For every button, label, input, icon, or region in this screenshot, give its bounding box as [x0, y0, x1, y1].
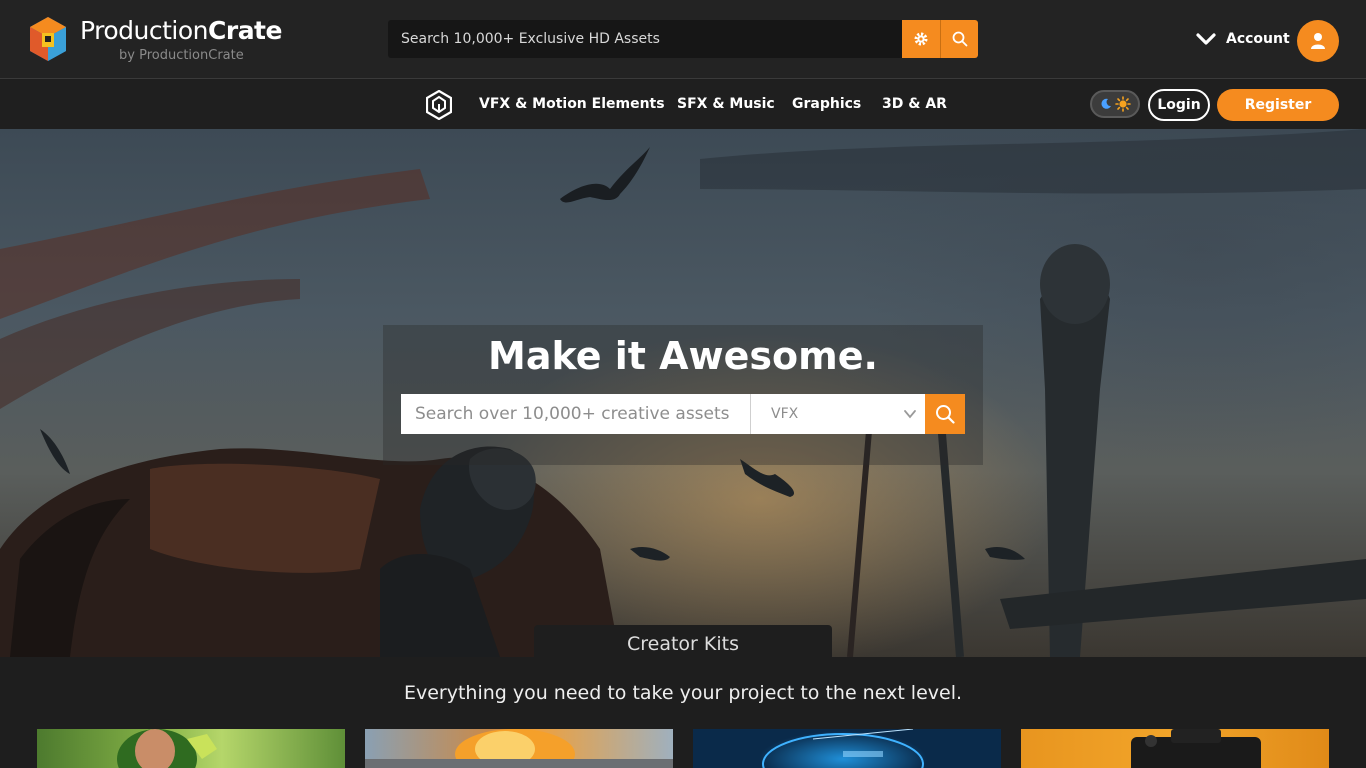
- main-nav: VFX & Motion Elements SFX & Music Graphi…: [0, 80, 1366, 129]
- header-search: [388, 20, 978, 58]
- nav-graphics[interactable]: Graphics: [792, 96, 861, 112]
- creator-kits-tab[interactable]: Creator Kits: [534, 625, 832, 657]
- section-tagline: Everything you need to take your project…: [403, 682, 963, 704]
- brand-name[interactable]: ProductionCrate: [80, 16, 282, 45]
- login-button[interactable]: Login: [1148, 89, 1210, 121]
- category-select[interactable]: VFX: [751, 394, 925, 434]
- hero-banner: Make it Awesome. VFX Creator Kits: [0, 129, 1366, 657]
- user-icon: [1311, 33, 1325, 49]
- header-search-input[interactable]: [388, 20, 902, 58]
- brand-subtitle: by ProductionCrate: [119, 48, 244, 63]
- creator-kit-card[interactable]: [37, 729, 345, 768]
- gear-icon: [914, 32, 928, 46]
- category-select-value: VFX: [771, 406, 799, 422]
- kit-thumbnail-image: [1131, 729, 1261, 768]
- hero-search: VFX: [401, 394, 965, 434]
- register-button[interactable]: Register: [1217, 89, 1339, 121]
- search-settings-button[interactable]: [902, 20, 940, 58]
- nav-sfx-music[interactable]: SFX & Music: [677, 96, 775, 112]
- productioncrate-logo-icon[interactable]: [30, 17, 66, 61]
- moon-icon: [1101, 98, 1111, 109]
- hero-search-button[interactable]: [925, 394, 965, 434]
- crate-logo-icon[interactable]: [426, 90, 452, 120]
- search-icon: [936, 405, 955, 424]
- hero-title: Make it Awesome.: [488, 334, 878, 378]
- kit-thumbnail-image: [117, 729, 217, 768]
- top-header: ProductionCrate by ProductionCrate Accou…: [0, 0, 1366, 79]
- hero-search-input[interactable]: [401, 394, 750, 434]
- brand-name-bold: Crate: [208, 16, 282, 45]
- creator-kit-card[interactable]: [365, 729, 673, 768]
- header-search-button[interactable]: [940, 20, 978, 58]
- kit-thumbnail-image: [762, 729, 924, 768]
- kit-thumbnail-image: [365, 729, 673, 768]
- creator-kit-card[interactable]: [693, 729, 1001, 768]
- creator-kit-card[interactable]: [1021, 729, 1329, 768]
- brand-name-regular: Production: [80, 16, 209, 45]
- chevron-down-icon: [904, 410, 916, 419]
- theme-toggle[interactable]: [1090, 90, 1140, 118]
- account-avatar[interactable]: [1297, 20, 1339, 62]
- nav-vfx-motion[interactable]: VFX & Motion Elements: [479, 96, 665, 112]
- nav-3d-ar[interactable]: 3D & AR: [882, 96, 947, 112]
- sun-icon: [1114, 96, 1131, 112]
- chevron-down-icon[interactable]: [1195, 31, 1217, 47]
- search-icon: [952, 31, 967, 47]
- account-menu-label[interactable]: Account: [1226, 31, 1290, 47]
